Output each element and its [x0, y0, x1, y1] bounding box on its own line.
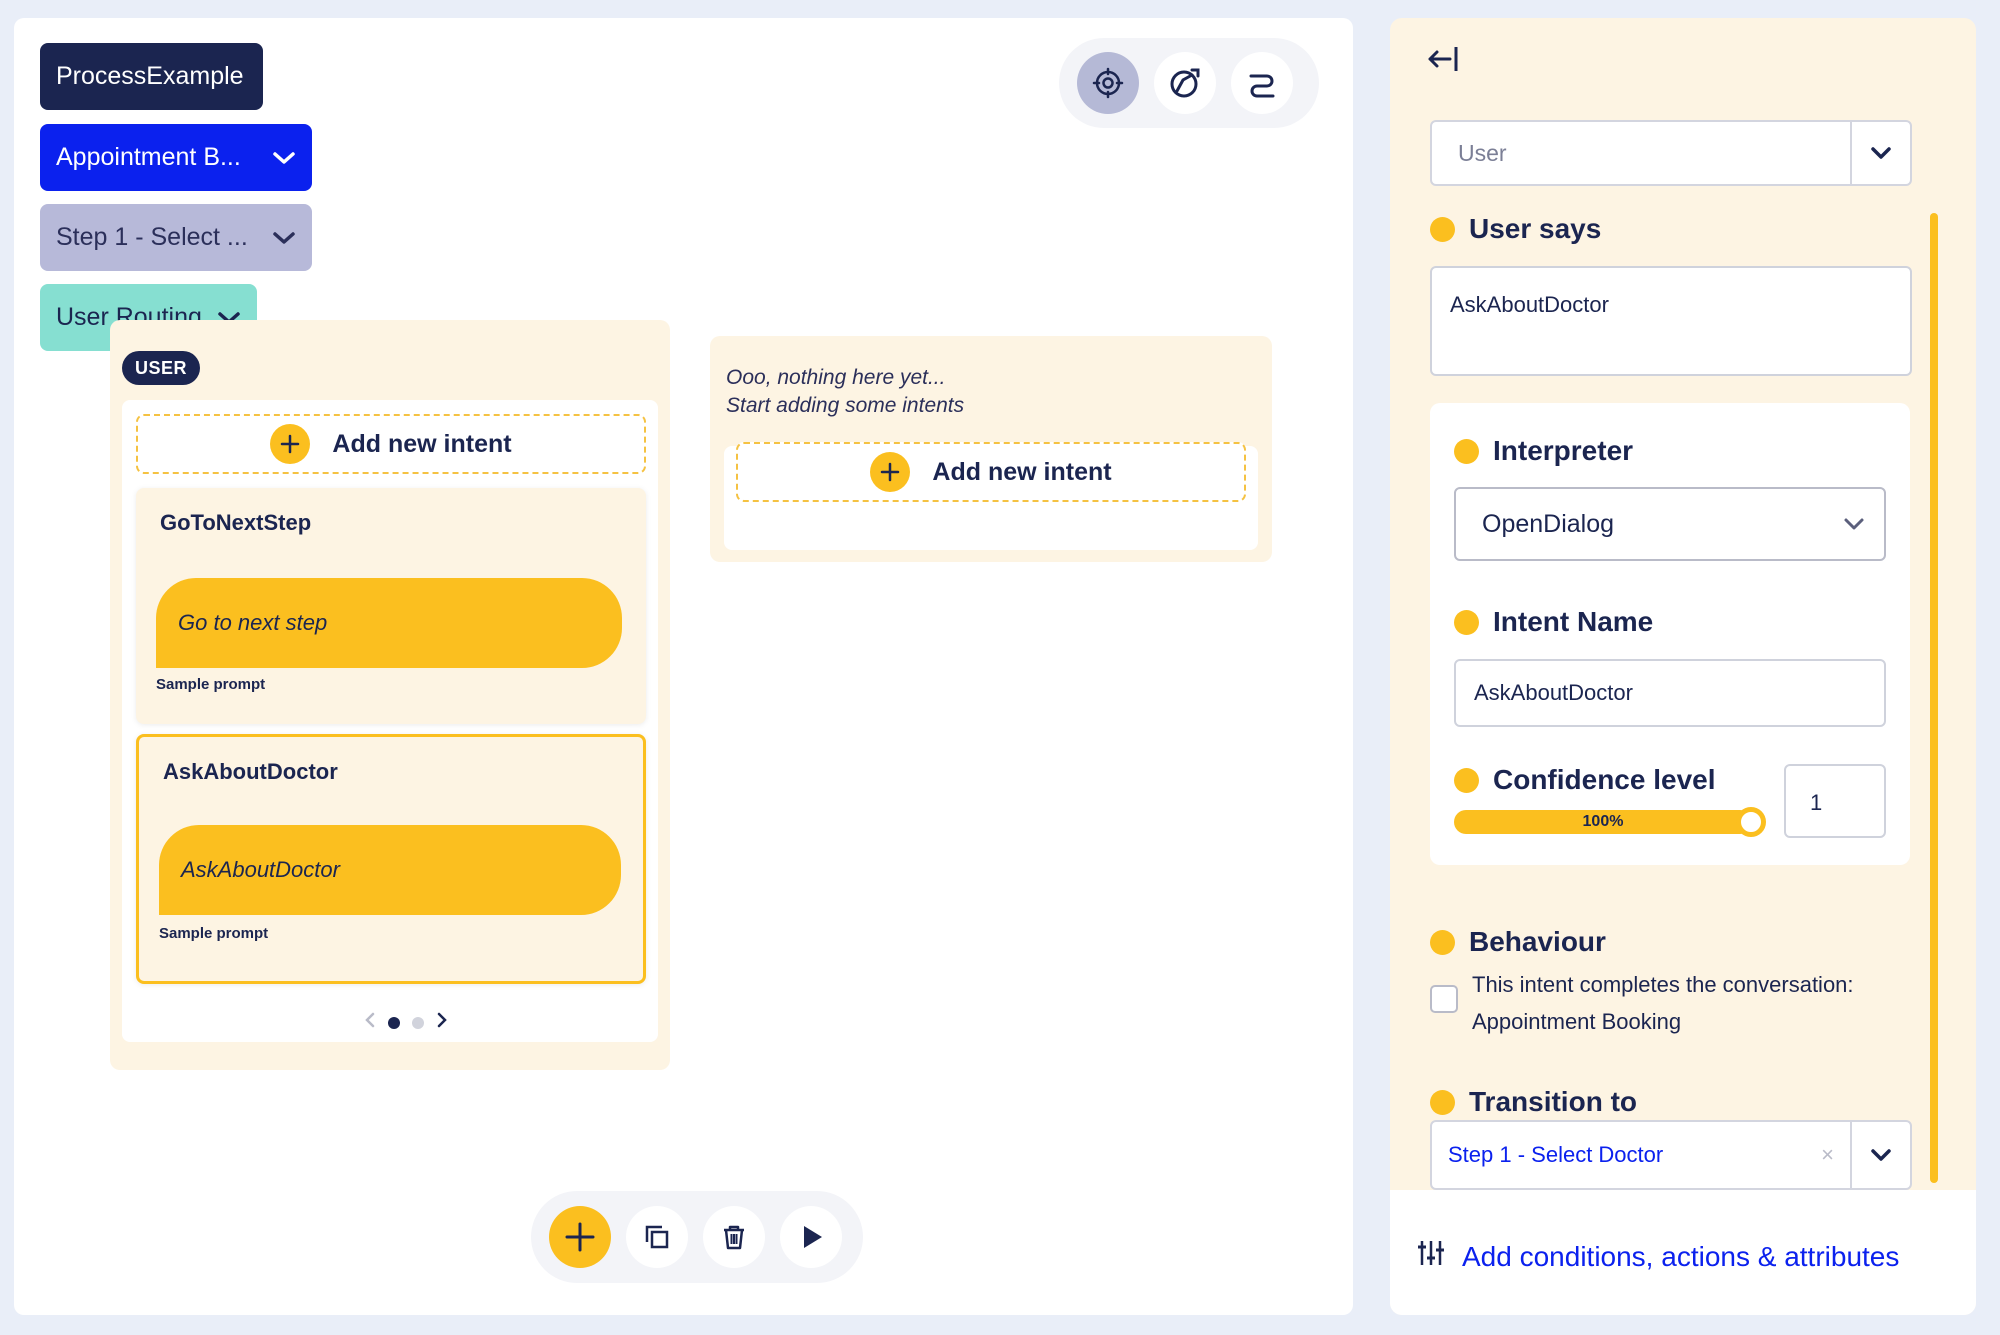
- panel-scrollbar[interactable]: [1930, 213, 1938, 1183]
- intent-pager: [364, 1011, 448, 1034]
- chevron-down-icon[interactable]: [272, 230, 296, 246]
- interpreter-select[interactable]: OpenDialog: [1454, 487, 1886, 561]
- confidence-percent: 100%: [1582, 813, 1624, 830]
- intent-card-gotonextstep[interactable]: GoToNextStep Go to next step Sample prom…: [136, 488, 646, 724]
- add-intent-label: Add new intent: [932, 457, 1112, 486]
- intent-name-heading: Intent Name: [1454, 606, 1653, 638]
- sliders-icon: [1416, 1238, 1446, 1275]
- user-says-label: User says: [1469, 213, 1602, 244]
- add-intent-label: Add new intent: [332, 429, 512, 458]
- behaviour-text-line2: Appointment Booking: [1472, 1009, 1682, 1034]
- duplicate-icon[interactable]: [626, 1206, 688, 1268]
- transition-select-value: Step 1 - Select Doctor: [1448, 1142, 1664, 1167]
- breadcrumb-scenario[interactable]: Appointment B...: [40, 124, 312, 191]
- transition-select[interactable]: Step 1 - Select Doctor ×: [1430, 1120, 1912, 1190]
- intent-prompt-bubble: AskAboutDoctor: [159, 825, 621, 915]
- behaviour-text-line1: This intent completes the conversation:: [1472, 972, 1854, 997]
- status-dot-icon: [1430, 929, 1455, 955]
- breadcrumb-step-label: Step 1 - Select ...: [56, 223, 248, 251]
- user-says-heading: User says: [1430, 213, 1601, 245]
- intent-title: GoToNextStep: [160, 510, 312, 535]
- interpreter-select-value: OpenDialog: [1482, 509, 1615, 538]
- bottom-toolbar: [531, 1191, 863, 1283]
- sample-prompt-caption: Sample prompt: [159, 925, 269, 942]
- chevron-right-icon[interactable]: [436, 1011, 448, 1034]
- speaker-select-value: User: [1458, 139, 1507, 166]
- intent-prompt-bubble: Go to next step: [156, 578, 622, 668]
- confidence-slider[interactable]: 100%: [1454, 810, 1752, 834]
- canvas: ProcessExample Appointment B... Step 1 -…: [14, 18, 1353, 1315]
- play-icon[interactable]: [780, 1206, 842, 1268]
- breadcrumb-scenario-label: Appointment B...: [56, 143, 241, 171]
- behaviour-heading: Behaviour: [1430, 926, 1606, 958]
- breadcrumb-process[interactable]: ProcessExample: [40, 43, 263, 110]
- status-dot-icon: [1454, 767, 1479, 793]
- pager-dot-active[interactable]: [388, 1016, 400, 1029]
- sample-prompt-caption: Sample prompt: [156, 676, 266, 693]
- chevron-down-icon[interactable]: [272, 150, 296, 166]
- intent-settings-panel: User User says AskAboutDoctor Interprete…: [1390, 18, 1976, 1315]
- plus-icon[interactable]: [549, 1206, 611, 1268]
- intent-card-askaboutdoctor[interactable]: AskAboutDoctor AskAboutDoctor Sample pro…: [136, 734, 646, 984]
- breadcrumb-step[interactable]: Step 1 - Select ...: [40, 204, 312, 271]
- status-dot-icon: [1430, 216, 1455, 242]
- chevron-down-icon: [1850, 122, 1910, 184]
- plus-icon: [870, 452, 911, 492]
- breadcrumb-process-label: ProcessExample: [56, 62, 244, 90]
- speaker-select[interactable]: User: [1430, 120, 1912, 186]
- add-intent-button[interactable]: Add new intent: [736, 442, 1246, 502]
- path-icon[interactable]: [1231, 52, 1293, 114]
- chevron-down-icon[interactable]: [1850, 1122, 1910, 1188]
- confidence-heading: Confidence level: [1454, 764, 1716, 796]
- confidence-slider-handle[interactable]: [1736, 807, 1766, 837]
- chevron-down-icon: [1824, 489, 1884, 559]
- pager-dot[interactable]: [412, 1016, 424, 1029]
- interpreter-heading: Interpreter: [1454, 435, 1633, 467]
- settings-icon[interactable]: [1077, 52, 1139, 114]
- add-conditions-label: Add conditions, actions & attributes: [1462, 1240, 1900, 1272]
- transition-label: Transition to: [1469, 1086, 1637, 1117]
- intent-title: AskAboutDoctor: [163, 759, 338, 784]
- add-conditions-link[interactable]: Add conditions, actions & attributes: [1416, 1238, 1899, 1275]
- compass-icon[interactable]: [1154, 52, 1216, 114]
- view-toggle: [1059, 38, 1319, 128]
- transition-heading: Transition to: [1430, 1086, 1637, 1118]
- intent-name-input[interactable]: AskAboutDoctor: [1454, 659, 1886, 727]
- plus-icon: [270, 424, 311, 464]
- clear-icon[interactable]: ×: [1821, 1142, 1834, 1168]
- behaviour-description: This intent completes the conversation: …: [1472, 966, 1854, 1040]
- empty-message-line2: Start adding some intents: [726, 394, 965, 417]
- trash-icon[interactable]: [703, 1206, 765, 1268]
- intent-name-label: Intent Name: [1493, 606, 1654, 637]
- collapse-panel-icon[interactable]: [1426, 44, 1462, 79]
- chevron-left-icon[interactable]: [364, 1011, 376, 1034]
- interpreter-label: Interpreter: [1493, 435, 1634, 466]
- completes-conversation-checkbox[interactable]: [1430, 985, 1458, 1013]
- empty-message-line1: Ooo, nothing here yet...: [726, 366, 946, 389]
- confidence-label: Confidence level: [1493, 764, 1716, 795]
- add-intent-button[interactable]: Add new intent: [136, 414, 646, 474]
- user-says-textarea[interactable]: AskAboutDoctor: [1430, 266, 1912, 376]
- behaviour-label: Behaviour: [1469, 926, 1606, 957]
- empty-message: Ooo, nothing here yet... Start adding so…: [726, 364, 964, 420]
- status-dot-icon: [1454, 438, 1479, 464]
- status-dot-icon: [1454, 609, 1479, 635]
- confidence-value-input[interactable]: 1: [1784, 764, 1886, 838]
- status-dot-icon: [1430, 1089, 1455, 1115]
- user-badge: USER: [122, 351, 201, 385]
